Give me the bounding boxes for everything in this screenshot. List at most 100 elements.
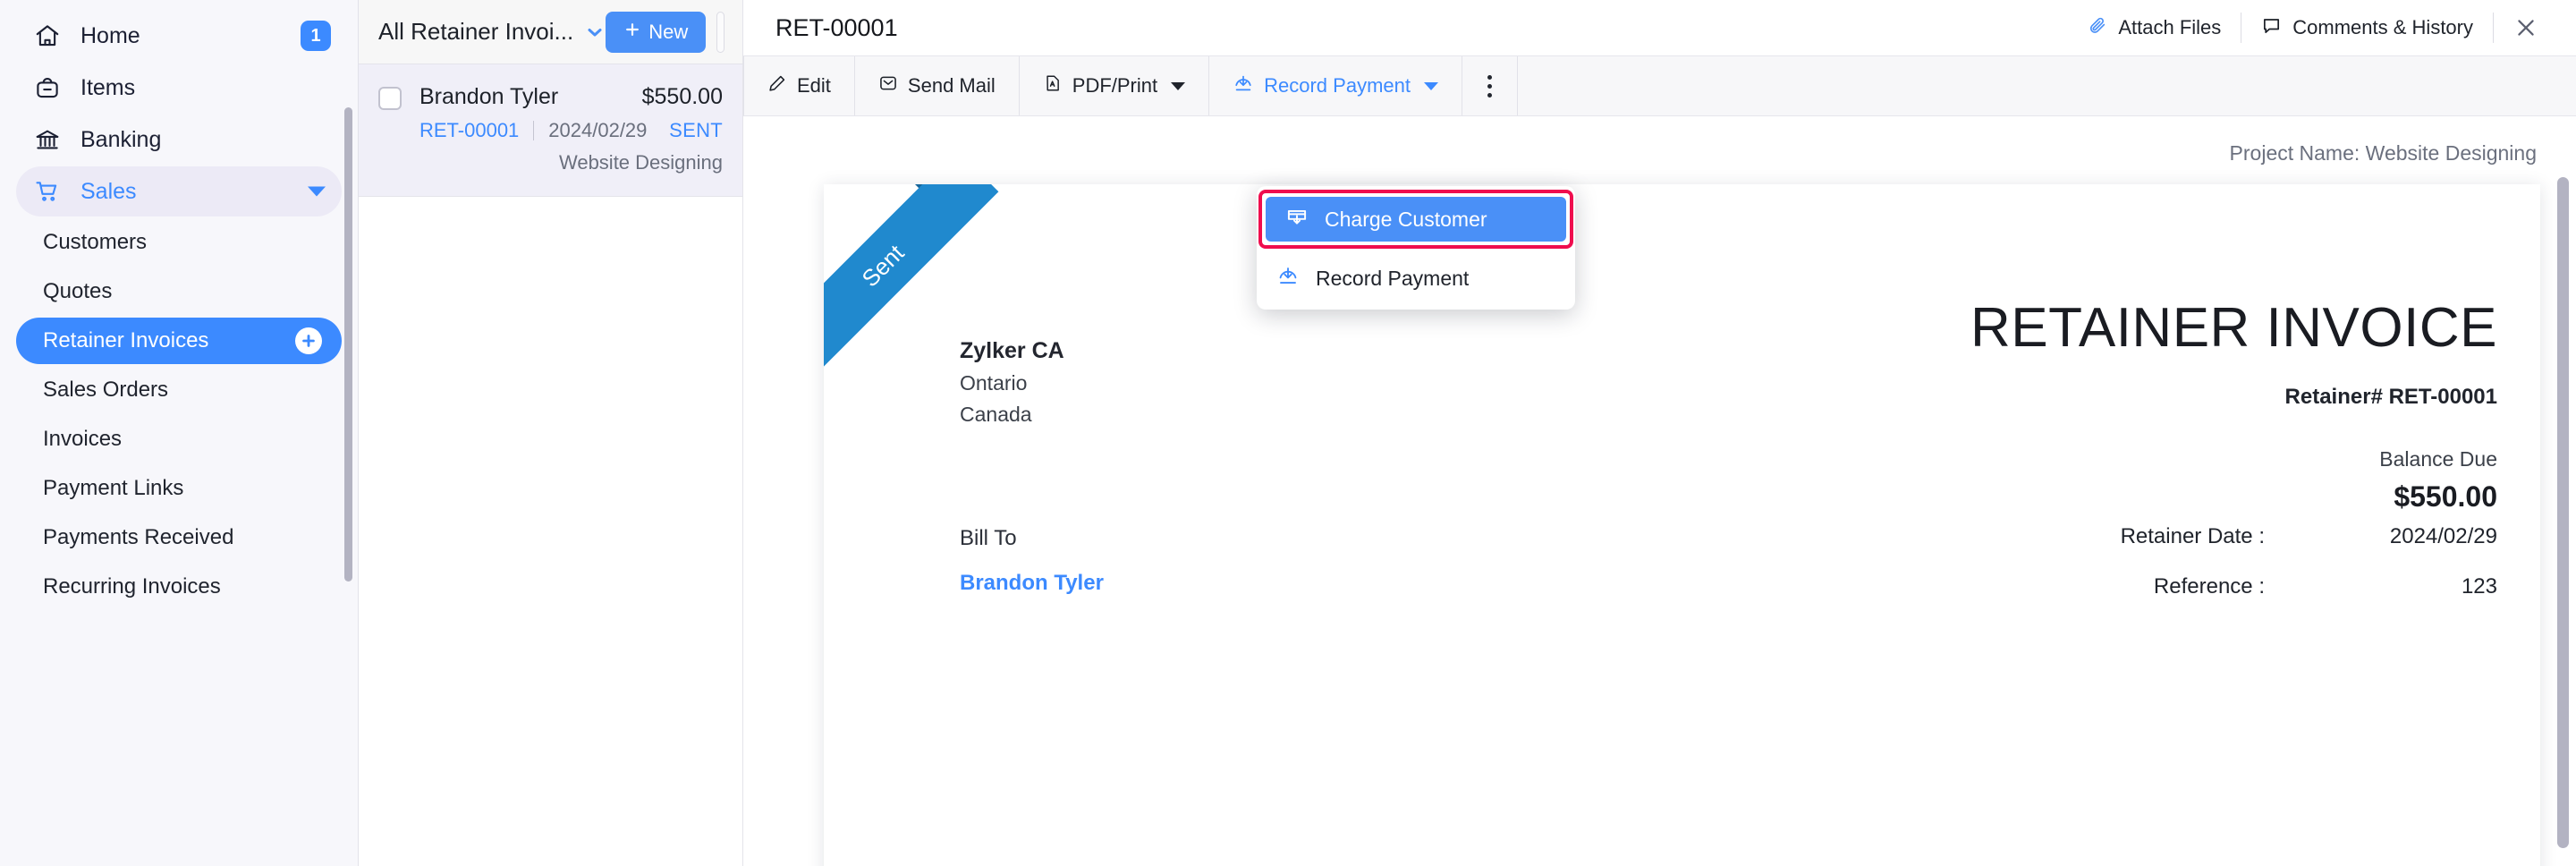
card-download-icon	[1285, 205, 1309, 233]
mail-icon	[878, 73, 898, 98]
sidebar-item-invoices[interactable]: Invoices	[16, 416, 342, 463]
status-badge: SENT	[669, 119, 723, 142]
invoice-meta-table: Retainer Date : 2024/02/29 Reference : 1…	[2032, 524, 2497, 624]
comment-icon	[2261, 15, 2282, 41]
bill-to-section: Bill To Brandon Tyler	[960, 526, 1104, 596]
list-more-options-button[interactable]	[716, 12, 724, 53]
balance-due-label: Balance Due	[1970, 447, 2497, 471]
app-root: Home 1 Items B	[0, 0, 2576, 866]
send-mail-button[interactable]: Send Mail	[855, 56, 1020, 115]
meta-row-reference: Reference : 123	[2032, 574, 2497, 599]
kebab-dot-icon	[1487, 84, 1492, 89]
meta-row-retainer-date: Retainer Date : 2024/02/29	[2032, 524, 2497, 549]
dropdown-item-label: Record Payment	[1316, 267, 1469, 291]
kebab-dot-icon	[1487, 93, 1492, 98]
sidebar-item-recurring-invoices[interactable]: Recurring Invoices	[16, 564, 342, 610]
sidebar-subitem-label: Sales Orders	[43, 378, 168, 403]
bill-to-customer[interactable]: Brandon Tyler	[960, 571, 1104, 596]
page-title: RET-00001	[775, 14, 898, 42]
sidebar-subitem-label: Recurring Invoices	[43, 574, 221, 599]
reference-label: Reference :	[2032, 574, 2265, 599]
pdf-print-label: PDF/Print	[1072, 74, 1157, 98]
sidebar-item-items[interactable]: Items	[16, 63, 342, 113]
org-country: Canada	[960, 403, 1064, 427]
record-payment-label: Record Payment	[1264, 74, 1411, 98]
sidebar-subitem-label: Retainer Invoices	[43, 328, 208, 353]
list-item[interactable]: Brandon Tyler $550.00 RET-00001 2024/02/…	[359, 64, 742, 197]
balance-due-amount: $550.00	[1970, 480, 2497, 514]
edit-label: Edit	[797, 74, 831, 98]
close-button[interactable]	[2494, 15, 2555, 40]
sidebar-item-label: Items	[80, 75, 135, 101]
row-checkbox[interactable]	[378, 87, 402, 110]
sidebar-item-banking[interactable]: Banking	[16, 115, 342, 165]
invoice-number: Retainer# RET-00001	[1970, 385, 2497, 410]
sidebar-item-customers[interactable]: Customers	[16, 219, 342, 266]
sidebar-scrollbar[interactable]	[344, 107, 352, 582]
sidebar-item-payment-links[interactable]: Payment Links	[16, 465, 342, 512]
detail-toolbar: Edit Send Mail PDF/Print	[743, 55, 2576, 116]
org-name: Zylker CA	[960, 338, 1064, 364]
row-invoice-number[interactable]: RET-00001	[419, 119, 519, 142]
retainer-invoice-list-panel: All Retainer Invoi... New	[358, 0, 742, 866]
comments-history-label: Comments & History	[2292, 16, 2473, 39]
divider	[533, 121, 534, 140]
invoice-document: Sent Zylker CA Ontario Canada RETAINER I…	[824, 184, 2540, 866]
attach-files-button[interactable]: Attach Files	[2068, 15, 2241, 40]
home-icon	[34, 22, 68, 49]
sidebar-item-sales[interactable]: Sales	[16, 166, 342, 216]
home-badge: 1	[301, 21, 331, 51]
sidebar-subitem-label: Customers	[43, 230, 147, 255]
invoice-summary: RETAINER INVOICE Retainer# RET-00001 Bal…	[1970, 301, 2497, 514]
retainer-date-label: Retainer Date :	[2032, 524, 2265, 549]
items-icon	[34, 74, 68, 101]
sidebar-subitem-label: Payment Links	[43, 476, 183, 501]
record-payment-button[interactable]: Record Payment	[1209, 56, 1462, 115]
org-region: Ontario	[960, 371, 1064, 395]
project-name-label: Project Name: Website Designing	[2230, 141, 2537, 166]
detail-more-options-button[interactable]	[1462, 56, 1518, 115]
list-item-top-row: Brandon Tyler $550.00	[378, 84, 723, 110]
bill-to-label: Bill To	[960, 526, 1104, 551]
sidebar-item-sales-orders[interactable]: Sales Orders	[16, 367, 342, 413]
edit-button[interactable]: Edit	[743, 56, 855, 115]
reference-value: 123	[2265, 574, 2497, 599]
bank-icon	[34, 126, 68, 153]
new-button[interactable]: New	[606, 12, 706, 53]
detail-header: RET-00001 Attach Files	[743, 0, 2576, 55]
sidebar-subitem-label: Quotes	[43, 279, 112, 304]
row-amount: $550.00	[642, 84, 723, 110]
detail-scrollbar[interactable]	[2557, 177, 2569, 848]
sidebar-item-home[interactable]: Home 1	[16, 11, 342, 61]
chevron-down-icon	[1424, 82, 1438, 90]
dropdown-item-charge-customer[interactable]: Charge Customer	[1266, 197, 1566, 242]
sidebar-item-label: Home	[80, 23, 140, 49]
plus-icon	[623, 21, 641, 44]
sidebar-nav: Home 1 Items B	[0, 0, 358, 610]
cart-icon	[34, 178, 68, 205]
list-view-title: All Retainer Invoi...	[378, 18, 573, 46]
sidebar-item-retainer-invoices[interactable]: Retainer Invoices	[16, 318, 342, 364]
paperclip-icon	[2088, 15, 2107, 40]
new-button-label: New	[648, 21, 688, 44]
detail-header-actions: Attach Files Comments & History	[2068, 13, 2555, 43]
row-date: 2024/02/29	[548, 119, 647, 142]
row-customer-name: Brandon Tyler	[419, 84, 558, 110]
sidebar-item-quotes[interactable]: Quotes	[16, 268, 342, 315]
organization-address: Zylker CA Ontario Canada	[960, 338, 1064, 427]
dropdown-item-record-payment[interactable]: Record Payment	[1257, 256, 1575, 301]
comments-history-button[interactable]: Comments & History	[2241, 15, 2493, 41]
row-project-name: Website Designing	[378, 151, 723, 174]
add-retainer-invoice-icon[interactable]	[295, 327, 322, 354]
sidebar: Home 1 Items B	[0, 0, 358, 866]
retainer-date-value: 2024/02/29	[2265, 524, 2497, 549]
sidebar-item-label: Banking	[80, 127, 161, 153]
chevron-down-icon	[308, 187, 326, 197]
sidebar-subitem-label: Payments Received	[43, 525, 233, 550]
sidebar-item-payments-received[interactable]: Payments Received	[16, 514, 342, 561]
dropdown-item-label: Charge Customer	[1325, 208, 1487, 232]
send-mail-label: Send Mail	[908, 74, 996, 98]
chevron-down-icon[interactable]	[584, 21, 606, 43]
download-circle-icon	[1276, 264, 1300, 293]
pdf-print-button[interactable]: PDF/Print	[1020, 56, 1209, 115]
